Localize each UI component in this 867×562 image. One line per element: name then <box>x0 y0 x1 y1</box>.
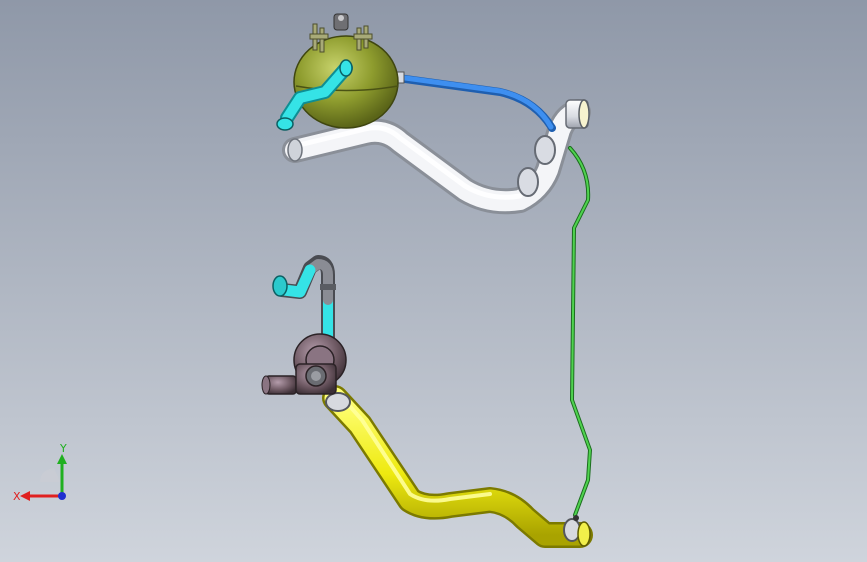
hose-end-opening <box>577 521 591 547</box>
green-bleed-line[interactable] <box>568 146 592 517</box>
cad-viewport[interactable]: Y X <box>0 0 867 562</box>
inlet-clamp <box>320 284 336 290</box>
expansion-tank[interactable] <box>276 13 399 131</box>
hose-end-opening <box>287 138 303 162</box>
blue-vent-hose[interactable] <box>393 71 556 132</box>
coolant-pump[interactable] <box>261 333 347 395</box>
z-axis-dot <box>58 492 66 500</box>
pump-inlet-hose[interactable] <box>272 255 336 352</box>
tank-filler-cap[interactable] <box>333 13 349 31</box>
x-axis-label: X <box>13 490 21 503</box>
coordinate-triad: Y X <box>13 442 67 503</box>
assembly-scene[interactable] <box>0 0 867 562</box>
y-axis-label: Y <box>59 442 67 455</box>
upper-outlet-fitting[interactable] <box>565 99 590 129</box>
lower-coolant-hose[interactable] <box>322 385 593 548</box>
